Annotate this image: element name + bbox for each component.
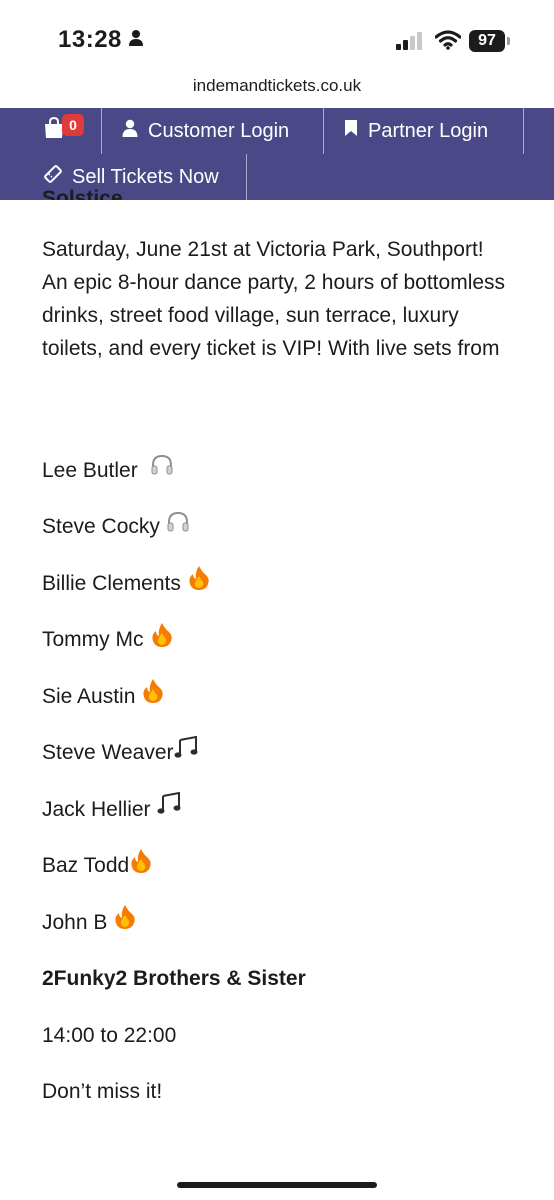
- lineup-item: John B: [42, 894, 512, 951]
- nav-divider: [101, 108, 102, 154]
- lineup-item: Steve Cocky: [42, 499, 512, 556]
- lineup-item: Sie Austin: [42, 668, 512, 725]
- headliner: 2Funky2 Brothers & Sister: [42, 951, 512, 1008]
- address-bar[interactable]: indemandtickets.co.uk: [0, 76, 554, 96]
- artist-name: John B: [42, 910, 108, 934]
- nav-divider: [523, 108, 524, 154]
- partner-login-label: Partner Login: [368, 119, 489, 142]
- clock-time: 13:28: [58, 26, 122, 53]
- lineup-item: Steve Weaver: [42, 725, 512, 782]
- cart-count-badge: 0: [62, 114, 84, 136]
- nav-row-top: 0 Customer Login Partner Login: [0, 108, 554, 154]
- call-to-action: Don’t miss it!: [42, 1064, 512, 1121]
- lineup-item: Baz Todd: [42, 838, 512, 895]
- wifi-icon: [434, 30, 462, 55]
- artist-name: Billie Clements: [42, 571, 181, 595]
- lineup-item: Tommy Mc: [42, 612, 512, 669]
- artist-name: Baz Todd: [42, 854, 130, 878]
- fire-icon: [150, 622, 174, 658]
- artist-name: Steve Weaver: [42, 741, 174, 765]
- music-notes-icon: [174, 735, 200, 770]
- clock: 13:28: [58, 26, 144, 54]
- artist-name: Tommy Mc: [42, 628, 144, 652]
- headliner-name: 2Funky2 Brothers & Sister: [42, 967, 306, 991]
- artist-name: Lee Butler: [42, 458, 144, 482]
- battery-indicator: 97: [469, 30, 505, 52]
- nav-divider: [246, 154, 247, 200]
- fire-icon: [187, 565, 211, 601]
- fire-icon: [129, 848, 153, 884]
- cellular-signal-icon: [396, 32, 424, 55]
- customer-login-link[interactable]: Customer Login: [122, 108, 289, 154]
- lineup-list: Lee Butler Steve Cocky Billie Clements T…: [42, 442, 512, 1120]
- battery-level: 97: [478, 32, 496, 49]
- bookmark-icon: [344, 119, 368, 143]
- partner-login-link[interactable]: Partner Login: [344, 108, 488, 154]
- event-title-partial: Solstice: [42, 180, 123, 200]
- person-icon: [128, 26, 144, 54]
- lineup-item: Jack Hellier: [42, 781, 512, 838]
- headphones-icon: [150, 453, 174, 487]
- call-to-action-text: Don’t miss it!: [42, 1080, 163, 1104]
- fire-icon: [141, 678, 165, 714]
- music-notes-icon: [157, 792, 183, 826]
- event-title-text: Solstice: [42, 187, 123, 200]
- artist-name: Sie Austin: [42, 684, 136, 708]
- artist-name: Steve Cocky: [42, 515, 160, 539]
- home-indicator[interactable]: [177, 1182, 377, 1188]
- nav-divider: [323, 108, 324, 154]
- fire-icon: [113, 904, 137, 940]
- event-times-text: 14:00 to 22:00: [42, 1023, 177, 1047]
- artist-name: Jack Hellier: [42, 797, 151, 821]
- url-text: indemandtickets.co.uk: [192, 76, 362, 95]
- event-description-section: Saturday, June 21st at Victoria Park, So…: [42, 200, 512, 1120]
- user-icon: [122, 119, 148, 143]
- event-description: Saturday, June 21st at Victoria Park, So…: [42, 238, 506, 360]
- headphones-icon: [166, 510, 190, 544]
- event-times: 14:00 to 22:00: [42, 1007, 512, 1064]
- customer-login-label: Customer Login: [148, 119, 290, 142]
- status-bar: 13:28 97: [0, 0, 554, 72]
- lineup-item: Billie Clements: [42, 555, 512, 612]
- lineup-item: Lee Butler: [42, 442, 512, 499]
- battery-nub: [507, 37, 510, 45]
